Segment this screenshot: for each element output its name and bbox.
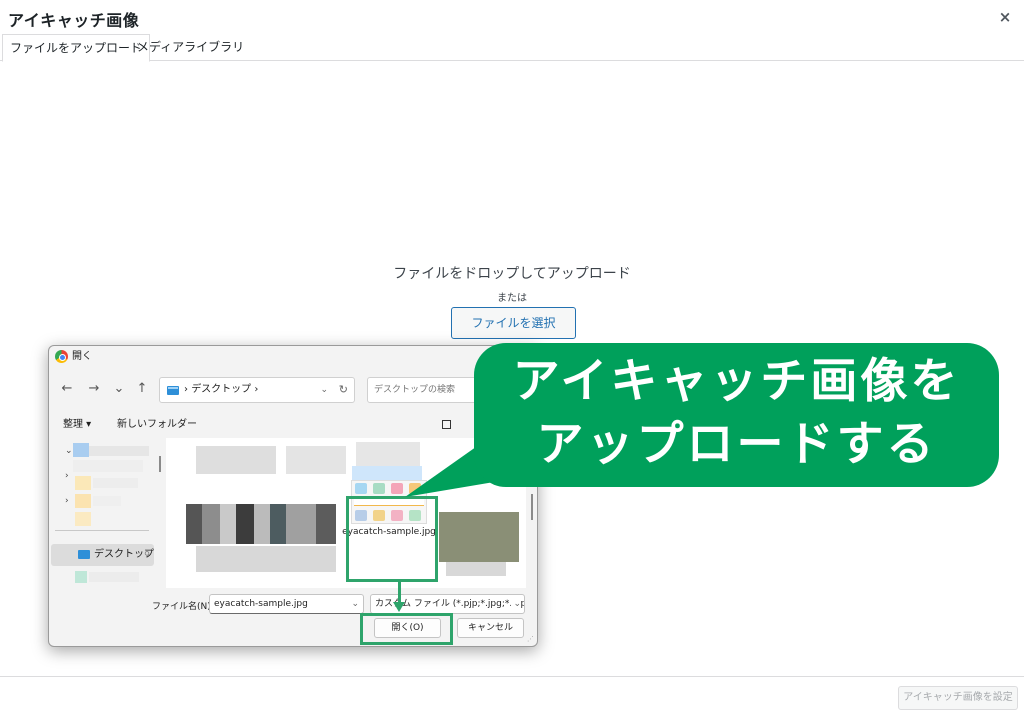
blurred-thumbnail bbox=[254, 504, 270, 544]
cancel-button[interactable]: キャンセル bbox=[457, 618, 524, 638]
address-bar[interactable]: › デスクトップ › ⌄ ↻ bbox=[159, 377, 355, 403]
callout-line-1: アイキャッチ画像を bbox=[512, 354, 961, 409]
blurred-folder bbox=[75, 476, 91, 490]
navigation-scrollbar[interactable] bbox=[159, 456, 161, 472]
drop-instructions: ファイルをドロップしてアップロード bbox=[393, 266, 631, 282]
filename-row: ファイル名(N): eyacatch-sample.jpg ⌄ カスタム ファイ… bbox=[49, 594, 537, 616]
tab-upload-files[interactable]: ファイルをアップロード bbox=[2, 34, 151, 62]
dialog-title: 開く bbox=[72, 351, 92, 362]
blurred-thumbnail bbox=[196, 546, 336, 572]
collapse-chevron-icon[interactable]: › bbox=[65, 471, 69, 481]
blurred-label bbox=[93, 496, 121, 506]
filename-label: ファイル名(N): bbox=[152, 602, 214, 612]
resize-grip-icon[interactable]: ⋰ bbox=[527, 635, 534, 643]
address-path: › デスクトップ › bbox=[184, 378, 258, 402]
back-arrow-icon[interactable]: ← bbox=[59, 379, 75, 399]
view-options-icon[interactable] bbox=[442, 420, 451, 429]
file-list-scrollbar[interactable] bbox=[531, 494, 533, 520]
new-folder-button[interactable]: 新しいフォルダー bbox=[117, 414, 197, 436]
up-arrow-icon[interactable]: ↑ bbox=[134, 379, 150, 399]
tab-media-library[interactable]: メディアライブラリ bbox=[130, 34, 251, 61]
sidebar-item-desktop[interactable]: デスクトップ ⚲ bbox=[51, 544, 154, 566]
blurred-folder bbox=[73, 443, 89, 457]
forward-arrow-icon[interactable]: → bbox=[86, 379, 102, 399]
navigation-bar: ← → ⌄ ↑ › デスクトップ › ⌄ ↻ デスクトップの検索 bbox=[49, 376, 537, 404]
filename-input[interactable]: eyacatch-sample.jpg ⌄ bbox=[209, 594, 364, 614]
dialog-titlebar[interactable]: 開く bbox=[49, 346, 537, 368]
blurred-label bbox=[93, 478, 138, 488]
callout-line-2: アップロードする bbox=[536, 417, 937, 472]
blurred-thumbnail bbox=[270, 504, 286, 544]
close-icon[interactable]: × bbox=[996, 8, 1014, 26]
path-segment-desktop[interactable]: デスクトップ bbox=[191, 384, 251, 395]
collapse-chevron-icon[interactable]: › bbox=[65, 496, 69, 506]
blurred-thumbnail bbox=[316, 504, 336, 544]
or-separator: または bbox=[497, 293, 527, 304]
path-separator-icon: › bbox=[184, 384, 188, 395]
recent-locations-chevron-icon[interactable]: ⌄ bbox=[111, 379, 127, 399]
blurred-thumbnail bbox=[220, 504, 236, 544]
blurred-file bbox=[286, 446, 346, 474]
blurred-thumbnail bbox=[286, 504, 316, 544]
blurred-thumbnail bbox=[202, 504, 220, 544]
highlight-box-open-button bbox=[360, 613, 453, 645]
address-dropdown-icon[interactable]: ⌄ bbox=[320, 378, 328, 402]
selected-file-highlight bbox=[352, 466, 422, 480]
blurred-label bbox=[89, 572, 139, 582]
callout-text: アイキャッチ画像を アップロードする bbox=[474, 350, 999, 476]
blurred-label bbox=[73, 460, 143, 472]
file-open-dialog: 開く ← → ⌄ ↑ › デスクトップ › ⌄ ↻ デスクトップの検索 整理 ▾… bbox=[48, 345, 538, 647]
arrow-head-icon bbox=[393, 602, 405, 612]
modal-tabs: ファイルをアップロード メディアライブラリ bbox=[0, 34, 1024, 62]
footer-divider bbox=[0, 676, 1024, 677]
chevron-down-icon[interactable]: ⌄ bbox=[351, 595, 359, 613]
pin-icon: ⚲ bbox=[144, 550, 150, 559]
blurred-label bbox=[446, 562, 506, 576]
organize-menu[interactable]: 整理 ▾ bbox=[63, 414, 91, 436]
desktop-folder-icon bbox=[78, 550, 90, 559]
blurred-thumbnail bbox=[236, 504, 254, 544]
chevron-down-icon[interactable]: ⌄ bbox=[511, 595, 521, 613]
modal-title: アイキャッチ画像 bbox=[8, 11, 140, 30]
blurred-file bbox=[196, 446, 276, 474]
blurred-file bbox=[356, 442, 420, 466]
navigation-divider bbox=[55, 530, 149, 531]
refresh-icon[interactable]: ↻ bbox=[339, 378, 348, 402]
search-input[interactable]: デスクトップの検索 bbox=[367, 377, 477, 403]
blurred-folder bbox=[75, 494, 91, 508]
set-featured-image-button[interactable]: アイキャッチ画像を設定 bbox=[898, 686, 1018, 710]
path-chevron-icon: › bbox=[254, 384, 259, 395]
blurred-thumbnail bbox=[186, 504, 202, 544]
blurred-folder bbox=[75, 571, 87, 583]
desktop-folder-icon bbox=[167, 386, 179, 395]
highlight-box-file bbox=[346, 496, 438, 582]
filename-value: eyacatch-sample.jpg bbox=[214, 599, 308, 609]
command-bar: 整理 ▾ 新しいフォルダー bbox=[49, 414, 537, 436]
blurred-folder bbox=[75, 512, 91, 526]
blurred-thumbnail bbox=[439, 512, 519, 562]
highlight-arrow bbox=[398, 582, 401, 604]
select-files-button[interactable]: ファイルを選択 bbox=[451, 307, 576, 339]
expand-chevron-icon[interactable]: ⌄ bbox=[65, 446, 73, 456]
blurred-label bbox=[89, 446, 149, 456]
chrome-icon bbox=[55, 350, 68, 363]
